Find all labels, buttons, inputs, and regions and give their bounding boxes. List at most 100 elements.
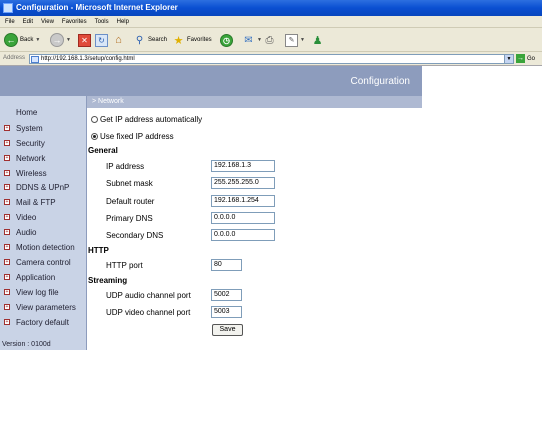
search-button[interactable]: ⚲ Search	[133, 32, 167, 48]
breadcrumb-bar: > Network	[87, 96, 422, 108]
sidebar-item-network[interactable]: + Network	[4, 152, 45, 164]
plus-icon: +	[4, 288, 10, 295]
subnet-mask-label: Subnet mask	[106, 179, 153, 188]
stop-button[interactable]: ✕	[78, 32, 91, 48]
favorites-button[interactable]: ★ Favorites	[172, 32, 212, 48]
http-section-title: HTTP	[88, 246, 109, 255]
sidebar-item-view-parameters[interactable]: + View parameters	[4, 301, 76, 313]
sidebar-item-camera-control[interactable]: + Camera control	[4, 256, 71, 268]
primary-dns-field[interactable]: 0.0.0.0	[211, 212, 275, 224]
messenger-icon: ♟	[312, 34, 323, 47]
forward-arrow-icon: →	[50, 33, 64, 47]
sidebar-item-view-log-file[interactable]: + View log file	[4, 286, 59, 298]
address-bar: Address http://192.168.1.3/setup/config.…	[0, 52, 542, 66]
general-section-title: General	[88, 146, 118, 155]
ie-icon	[3, 3, 13, 13]
print-icon: ⎙	[265, 34, 274, 46]
address-url: http://192.168.1.3/setup/config.html	[41, 56, 135, 62]
ip-auto-option[interactable]: Get IP address automatically	[91, 115, 202, 124]
plus-icon: +	[4, 198, 10, 205]
menu-tools[interactable]: Tools	[91, 16, 113, 28]
udp-audio-port-field[interactable]: 5002	[211, 289, 242, 301]
udp-video-port-field[interactable]: 5003	[211, 306, 242, 318]
chevron-down-icon: ▼	[257, 37, 262, 43]
back-button[interactable]: ← Back ▼	[4, 32, 40, 48]
ip-fixed-radio[interactable]	[91, 133, 98, 140]
sidebar-item-audio[interactable]: + Audio	[4, 226, 36, 238]
header-blank	[422, 66, 542, 96]
ip-address-field[interactable]: 192.168.1.3	[211, 160, 275, 172]
sidebar-item-application[interactable]: + Application	[4, 271, 55, 283]
breadcrumb: > Network	[92, 98, 124, 105]
plus-icon: +	[4, 139, 10, 146]
messenger-button[interactable]: ♟	[311, 32, 324, 48]
sidebar-item-mail-ftp[interactable]: + Mail & FTP	[4, 196, 56, 208]
edit-button[interactable]: ✎ ▼	[285, 32, 305, 48]
radio-selected-dot	[93, 135, 96, 138]
plus-icon: +	[4, 273, 10, 280]
menu-help[interactable]: Help	[113, 16, 133, 28]
go-button[interactable]: → Go	[516, 54, 535, 63]
toolbar: ← Back ▼ → ▼ ✕ ↻ ⌂ ⚲ Search ★ Favorites …	[0, 28, 542, 52]
plus-icon: +	[4, 318, 10, 325]
plus-icon: +	[4, 303, 10, 310]
title-bar: Configuration - Microsoft Internet Explo…	[0, 0, 542, 16]
sidebar-item-motion-detection[interactable]: + Motion detection	[4, 241, 75, 253]
page-title: Configuration	[350, 76, 410, 87]
sidebar-item-security[interactable]: + Security	[4, 137, 45, 149]
default-router-field[interactable]: 192.168.1.254	[211, 195, 275, 207]
go-arrow-icon: →	[516, 54, 525, 63]
subnet-mask-field[interactable]: 255.255.255.0	[211, 177, 275, 189]
back-arrow-icon: ←	[4, 33, 18, 47]
http-port-label: HTTP port	[106, 261, 143, 270]
sidebar-item-video[interactable]: + Video	[4, 211, 36, 223]
menu-favorites[interactable]: Favorites	[58, 16, 91, 28]
plus-icon: +	[4, 183, 10, 190]
version-text: Version : 0100d	[2, 341, 51, 348]
secondary-dns-field[interactable]: 0.0.0.0	[211, 229, 275, 241]
plus-icon: +	[4, 154, 10, 161]
chevron-down-icon: ▼	[300, 37, 305, 43]
stop-icon: ✕	[78, 33, 91, 47]
plus-icon: +	[4, 258, 10, 265]
refresh-button[interactable]: ↻	[95, 32, 108, 48]
search-icon: ⚲	[135, 34, 144, 46]
mail-icon: ✉	[244, 34, 253, 46]
udp-video-port-label: UDP video channel port	[106, 308, 191, 317]
plus-icon: +	[4, 213, 10, 220]
menu-file[interactable]: File	[0, 16, 19, 28]
sidebar-home-link[interactable]: Home	[16, 108, 37, 117]
forward-button[interactable]: → ▼	[50, 32, 71, 48]
sidebar-item-ddns-upnp[interactable]: + DDNS & UPnP	[4, 181, 69, 193]
history-button[interactable]: ◷	[220, 32, 233, 48]
sidebar-item-factory-default[interactable]: + Factory default	[4, 316, 69, 328]
save-button[interactable]: Save	[212, 324, 243, 336]
home-button[interactable]: ⌂	[112, 32, 125, 48]
sidebar-item-wireless[interactable]: + Wireless	[4, 167, 47, 179]
menu-edit[interactable]: Edit	[19, 16, 37, 28]
chevron-down-icon[interactable]: ▼	[504, 55, 513, 63]
window-title: Configuration - Microsoft Internet Explo…	[16, 3, 178, 12]
streaming-section-title: Streaming	[88, 276, 128, 285]
menu-bar: File Edit View Favorites Tools Help	[0, 16, 542, 28]
sidebar: Home + System + Security + Network + Wireles…	[0, 96, 87, 350]
star-icon: ★	[173, 34, 184, 47]
sidebar-item-system[interactable]: + System	[4, 122, 43, 134]
chevron-down-icon: ▼	[66, 37, 71, 43]
ip-fixed-option[interactable]: Use fixed IP address	[91, 132, 174, 141]
plus-icon: +	[4, 169, 10, 176]
address-input[interactable]: http://192.168.1.3/setup/config.html ▼	[29, 54, 514, 64]
http-port-field[interactable]: 80	[211, 259, 242, 271]
menu-view[interactable]: View	[37, 16, 58, 28]
print-button[interactable]: ⎙	[263, 32, 276, 48]
secondary-dns-label: Secondary DNS	[106, 231, 164, 240]
ip-auto-radio[interactable]	[91, 116, 98, 123]
mail-button[interactable]: ✉ ▼	[242, 32, 262, 48]
ip-address-label: IP address	[106, 162, 145, 171]
page-icon	[31, 56, 39, 63]
history-icon: ◷	[220, 33, 233, 47]
udp-audio-port-label: UDP audio channel port	[106, 291, 191, 300]
edit-icon: ✎	[285, 33, 298, 47]
refresh-icon: ↻	[95, 33, 108, 47]
network-form: Get IP address automatically Use fixed I…	[87, 108, 422, 350]
